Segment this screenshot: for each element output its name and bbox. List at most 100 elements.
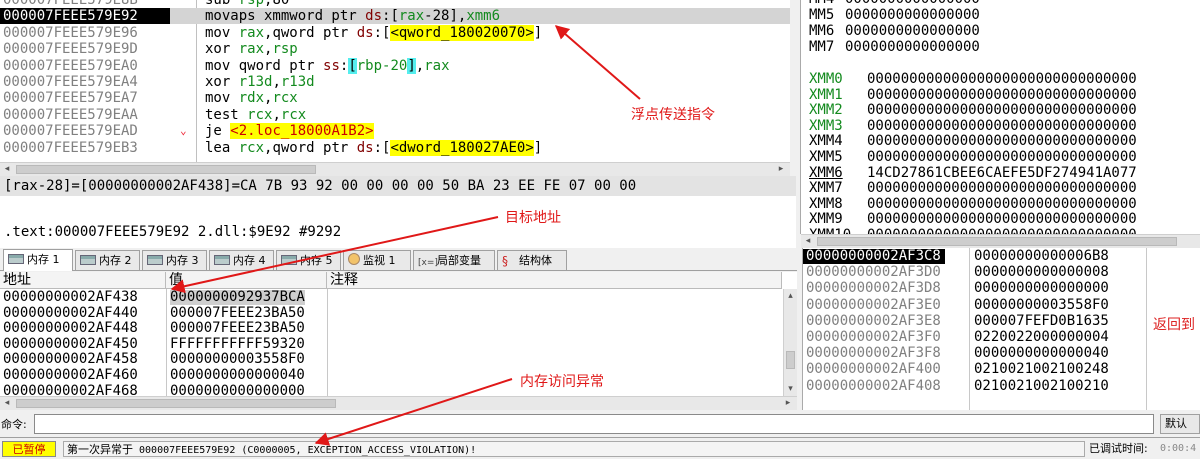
scroll-thumb[interactable] — [817, 237, 1177, 246]
scroll-left-icon[interactable]: ◂ — [0, 163, 14, 176]
scroll-right-icon[interactable]: ▸ — [774, 163, 788, 176]
tab-memory-5[interactable]: 内存 5 — [276, 250, 341, 270]
stack-row[interactable]: 00000000002AF3E8 000007FEFD0B1635 — [803, 313, 1200, 329]
instruction-text: je <2.loc_18000A1B2> — [205, 123, 374, 140]
register-value: 0000000000000000 — [845, 39, 980, 55]
status-message-text: 000007FEEE579E92 (C0000005, EXCEPTION_AC… — [133, 445, 477, 456]
instruction-text: sub rsp,80 — [205, 0, 290, 8]
register-name: XMM4 — [809, 133, 843, 150]
register-value: 00000000000000000000000000000000 — [867, 71, 1137, 87]
tab-memory-3[interactable]: 内存 3 — [142, 250, 207, 270]
dump-value: 0000000000000040 — [170, 367, 305, 383]
register-row[interactable]: MM5 0000000000000000 — [809, 8, 980, 23]
scroll-thumb[interactable] — [16, 399, 336, 408]
stack-row[interactable]: 00000000002AF3F0 0220022000000004 — [803, 330, 1200, 345]
tab-memory-1[interactable]: 内存 1 — [3, 249, 73, 271]
register-row[interactable]: XMM7 00000000000000000000000000000000 — [809, 181, 1137, 196]
register-name: XMM7 — [809, 180, 843, 197]
register-name: XMM8 — [809, 195, 843, 212]
disasm-row[interactable]: 000007FEEE579E8B sub rsp,80 — [0, 0, 790, 8]
dump-value: 0000000092937BCA — [170, 289, 305, 305]
register-row[interactable]: XMM5 00000000000000000000000000000000 — [809, 150, 1137, 165]
register-row[interactable]: XMM0 00000000000000000000000000000000 — [809, 72, 1137, 87]
memory-icon — [281, 255, 297, 265]
command-input[interactable] — [34, 414, 1154, 434]
stack-address: 00000000002AF3F8 — [806, 345, 941, 362]
memory-icon — [8, 254, 24, 264]
register-name: XMM0 — [809, 71, 843, 87]
column-header-address[interactable]: 地址 — [0, 272, 166, 289]
annotation-memory-exception: 内存访问异常 — [520, 374, 604, 390]
register-row[interactable]: XMM6 14CD27861CBEE6CAEFE5DF274941A077 — [809, 164, 1137, 181]
tab-label: 内存 3 — [166, 254, 199, 267]
register-name: XMM2 — [809, 102, 843, 119]
dump-address: 00000000002AF440 — [3, 304, 138, 321]
register-row[interactable]: XMM9 00000000000000000000000000000000 — [809, 212, 1137, 227]
scroll-thumb[interactable] — [16, 165, 316, 174]
disasm-row[interactable]: 000007FEEE579EA0 mov qword ptr ss:[rbp-20… — [0, 57, 790, 74]
scroll-thumb[interactable] — [786, 351, 795, 369]
tab-struct[interactable]: § 结构体 — [497, 250, 567, 270]
register-value: 00000000000000000000000000000000 — [867, 86, 1137, 103]
locals-icon: [x=] — [418, 258, 438, 268]
stack-view[interactable]: 返回到 00000000002AF3C8 00000000000006B8 0000… — [802, 248, 1200, 410]
register-name: XMM6 — [809, 164, 843, 181]
dump-address: 00000000002AF438 — [3, 289, 138, 305]
stack-value: 0000000000000000 — [974, 280, 1109, 297]
register-name: XMM9 — [809, 211, 843, 228]
disasm-row[interactable]: 000007FEEE579EB3 lea rcx,qword ptr ds:[<d… — [0, 139, 790, 156]
instruction-address: 000007FEEE579EA0 — [3, 57, 138, 74]
instruction-address: 000007FEEE579E96 — [3, 24, 138, 41]
stack-row[interactable]: 00000000002AF400 0210021002100248 — [803, 362, 1200, 377]
default-dropdown[interactable]: 默认 — [1160, 414, 1200, 434]
register-row[interactable]: XMM4 00000000000000000000000000000000 — [809, 134, 1137, 149]
disasm-row[interactable]: 000007FEEE579E96 mov rax,qword ptr ds:[<q… — [0, 24, 790, 41]
memory-dump-view[interactable]: 地址 值 注释 ▴ ▾ 00000000002AF438 000000009293… — [0, 272, 797, 396]
stack-value: 0220022000000004 — [974, 329, 1109, 345]
column-header-comment[interactable]: 注释 — [327, 272, 782, 289]
tab-watch[interactable]: 监视 1 — [343, 250, 411, 270]
register-row[interactable]: XMM3 00000000000000000000000000000000 — [809, 118, 1137, 134]
register-row[interactable]: XMM8 00000000000000000000000000000000 — [809, 195, 1137, 212]
dump-vscrollbar[interactable]: ▴ ▾ — [783, 289, 797, 396]
stack-row[interactable]: 00000000002AF3D8 0000000000000000 — [803, 281, 1200, 296]
stack-value: 0000000000000040 — [974, 345, 1109, 362]
scroll-up-icon[interactable]: ▴ — [784, 289, 797, 303]
disasm-row[interactable]: 000007FEEE579E92 movaps xmmword ptr ds:[r… — [0, 8, 790, 25]
instruction-address: 000007FEEE579E92 — [0, 8, 170, 25]
register-row[interactable]: MM6 0000000000000000 — [809, 24, 980, 39]
scroll-down-icon[interactable]: ▾ — [784, 382, 797, 396]
disasm-row[interactable]: 000007FEEE579E9D xor rax,rsp — [0, 41, 790, 57]
register-row[interactable]: XMM2 00000000000000000000000000000000 — [809, 103, 1137, 118]
stack-value: 0000000000000008 — [974, 264, 1109, 281]
stack-row[interactable]: 00000000002AF3D0 0000000000000008 — [803, 265, 1200, 280]
disassembly-view[interactable]: 000007FEEE579E8B sub rsp,80 000007FEEE579E… — [0, 0, 790, 162]
disassembly-hscrollbar[interactable]: ◂ ▸ — [0, 162, 790, 176]
instruction-address: 000007FEEE579EAD — [3, 123, 138, 140]
instruction-address: 000007FEEE579E8B — [3, 0, 138, 8]
tab-memory-2[interactable]: 内存 2 — [75, 250, 140, 270]
tab-memory-4[interactable]: 内存 4 — [209, 250, 274, 270]
tab-locals[interactable]: [x=]局部变量 — [413, 250, 495, 270]
stack-row[interactable]: 00000000002AF3F8 0000000000000040 — [803, 346, 1200, 361]
register-value: 14CD27861CBEE6CAEFE5DF274941A077 — [867, 164, 1137, 181]
dump-hscrollbar[interactable]: ◂ ▸ — [0, 396, 797, 410]
command-bar: 命令: 默认 — [0, 412, 1200, 436]
stack-row[interactable]: 00000000002AF408 0210021002100210 — [803, 378, 1200, 394]
register-view[interactable]: MM40000000000000000MM50000000000000000MM… — [800, 0, 1200, 234]
register-row[interactable]: MM7 0000000000000000 — [809, 40, 980, 55]
disasm-row[interactable]: 000007FEEE579EAD ⌄ je <2.loc_18000A1B2> — [0, 123, 790, 140]
scroll-left-icon[interactable]: ◂ — [801, 235, 815, 248]
disasm-row[interactable]: 000007FEEE579EA4 xor r13d,r13d — [0, 74, 790, 90]
stack-row[interactable]: 00000000002AF3C8 00000000000006B8 — [803, 249, 1200, 264]
scroll-right-icon[interactable]: ▸ — [781, 397, 795, 410]
register-value: 0000000000000000 — [845, 7, 980, 23]
debug-time-value: 0:00:4 — [1160, 443, 1197, 454]
scroll-left-icon[interactable]: ◂ — [0, 397, 14, 410]
tab-label: 内存 1 — [27, 253, 60, 266]
stack-row[interactable]: 00000000002AF3E0 00000000003558F0 — [803, 297, 1200, 313]
register-row[interactable]: XMM1 00000000000000000000000000000000 — [809, 86, 1137, 103]
register-row[interactable]: MM40000000000000000 — [809, 0, 980, 7]
register-hscrollbar[interactable]: ◂ — [801, 234, 1200, 248]
column-header-value[interactable]: 值 — [166, 272, 327, 289]
